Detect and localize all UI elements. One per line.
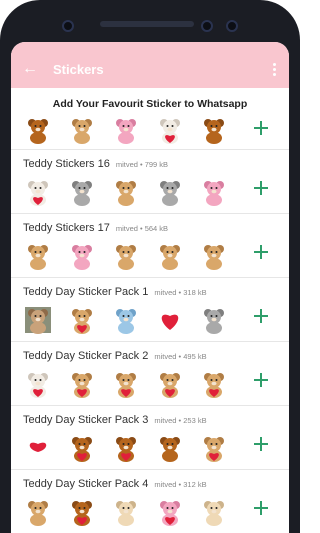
add-to-whatsapp-icon[interactable] [253, 372, 269, 388]
app-bar: ← Stickers [11, 50, 289, 88]
sticker-bear-pink-icon [116, 119, 136, 144]
sticker-bear-white-icon [160, 119, 180, 144]
sticker-bear-couple-brown-icon [116, 245, 136, 270]
pack-name: Teddy Day Sticker Pack 3 [23, 414, 149, 426]
pack-meta: mitved • 564 kB [115, 224, 169, 233]
add-to-whatsapp-icon[interactable] [253, 120, 269, 136]
sticker-bear-grey-icon [72, 181, 92, 206]
sticker-bear-heart-red-icon [28, 373, 48, 398]
sticker-bear-cream-icon [204, 501, 224, 526]
pack-meta: mitved • 799 kB [115, 160, 169, 169]
sticker-bear-my-love-icon [116, 373, 136, 398]
sticker-bear-heart-pink-icon [160, 501, 180, 526]
pack-meta: mitved • 318 kB [154, 288, 207, 297]
add-to-whatsapp-icon[interactable] [253, 244, 269, 260]
sticker-hearts-small-icon [29, 442, 47, 452]
add-to-whatsapp-icon[interactable] [253, 500, 269, 516]
sticker-strip [23, 116, 289, 144]
sticker-bear-heart-icon [116, 437, 136, 462]
sticker-bear-tan-icon [28, 501, 48, 526]
sticker-bear-tan-icon [72, 119, 92, 144]
add-to-whatsapp-icon[interactable] [253, 436, 269, 452]
pack-header: Teddy Day Sticker Pack 4 mitved • 312 kB [23, 470, 289, 492]
sticker-bear-pink-icon [204, 181, 224, 206]
sticker-bear-blue-icon [116, 309, 136, 334]
header-instruction: Add Your Favourit Sticker to Whatsapp [52, 98, 248, 110]
sticker-bear-brown-icon [28, 119, 48, 144]
pack-header: Teddy Stickers 16 mitved • 799 kB [23, 150, 289, 172]
pack-header: Teddy Day Sticker Pack 3 mitved • 253 kB [23, 406, 289, 428]
pack-meta: mitved • 253 kB [154, 416, 207, 425]
phone-frame: ← Stickers Add Your Favourit Sticker to … [0, 0, 300, 533]
sensor-icon [201, 20, 213, 32]
pack-name: Teddy Day Sticker Pack 2 [23, 350, 149, 362]
pack-meta: mitved • 495 kB [154, 352, 207, 361]
sticker-strip [23, 364, 289, 404]
sticker-bear-pink-icon [72, 245, 92, 270]
sticker-bear-heart-icon [72, 437, 92, 462]
sticker-pack-row[interactable]: Teddy Stickers 17 mitved • 564 kB [11, 214, 289, 278]
pack-name: Teddy Stickers 16 [23, 158, 110, 170]
front-camera-icon-2 [226, 20, 238, 32]
sticker-bear-blue-love-hugs-icon [204, 373, 224, 398]
add-to-whatsapp-icon[interactable] [253, 308, 269, 324]
front-camera-icon [62, 20, 74, 32]
sticker-bear-grey-icon [160, 181, 180, 206]
sticker-bear-please-come-back-icon [160, 373, 180, 398]
sticker-bear-miss-you-icon [72, 309, 92, 334]
sticker-bear-cream-icon [116, 501, 136, 526]
sticker-pack-row[interactable]: Teddy Day Sticker Pack 1 mitved • 318 kB [11, 278, 289, 342]
sticker-strip [23, 172, 289, 212]
pack-list: Teddy Stickers 16 mitved • 799 kB Teddy St… [11, 150, 289, 533]
more-options-icon[interactable] [267, 60, 281, 78]
sticker-bear-grey-icon [204, 309, 224, 334]
sticker-strip [23, 300, 289, 340]
sticker-strip [23, 428, 289, 468]
pack-header: Teddy Day Sticker Pack 2 mitved • 495 kB [23, 342, 289, 364]
sticker-strip [23, 236, 289, 276]
add-to-whatsapp-icon[interactable] [253, 180, 269, 196]
sticker-bear-heart-red-icon [28, 181, 48, 206]
pack-name: Teddy Stickers 17 [23, 222, 110, 234]
sticker-bear-tan-icon [116, 181, 136, 206]
back-arrow-icon[interactable]: ← [21, 60, 39, 78]
pack-header: Teddy Day Sticker Pack 1 mitved • 318 kB [23, 278, 289, 300]
sticker-bear-rose-icon [204, 437, 224, 462]
pack-row-partial[interactable] [11, 116, 289, 150]
pack-name: Teddy Day Sticker Pack 1 [23, 286, 149, 298]
sticker-pack-row[interactable]: Teddy Day Sticker Pack 3 mitved • 253 kB [11, 406, 289, 470]
sticker-bear-really-miss-you-icon [72, 373, 92, 398]
page-title: Stickers [53, 61, 104, 77]
sticker-pack-row[interactable]: Teddy Day Sticker Pack 2 mitved • 495 kB [11, 342, 289, 406]
sticker-pack-row[interactable]: Teddy Stickers 16 mitved • 799 kB [11, 150, 289, 214]
sticker-bear-photo-icon [25, 307, 51, 334]
sticker-bear-brown-icon [204, 119, 224, 144]
app-screen: ← Stickers Add Your Favourit Sticker to … [11, 42, 289, 533]
pack-name: Teddy Day Sticker Pack 4 [23, 478, 149, 490]
sticker-bear-tan-icon [204, 245, 224, 270]
sticker-strip [23, 492, 289, 532]
sticker-heart-red-icon [161, 314, 179, 330]
sticker-bear-heart-icon [72, 501, 92, 526]
pack-meta: mitved • 312 kB [154, 480, 207, 489]
sticker-bear-couple-brown-icon [160, 245, 180, 270]
phone-top-bezel [0, 0, 300, 42]
status-bar [11, 42, 289, 50]
earpiece-speaker [100, 21, 194, 27]
pack-header: Teddy Stickers 17 mitved • 564 kB [23, 214, 289, 236]
sticker-bear-couple-icon [28, 245, 48, 270]
sticker-bear-brown-icon [160, 437, 180, 462]
sticker-pack-row[interactable]: Teddy Day Sticker Pack 4 mitved • 312 kB [11, 470, 289, 533]
